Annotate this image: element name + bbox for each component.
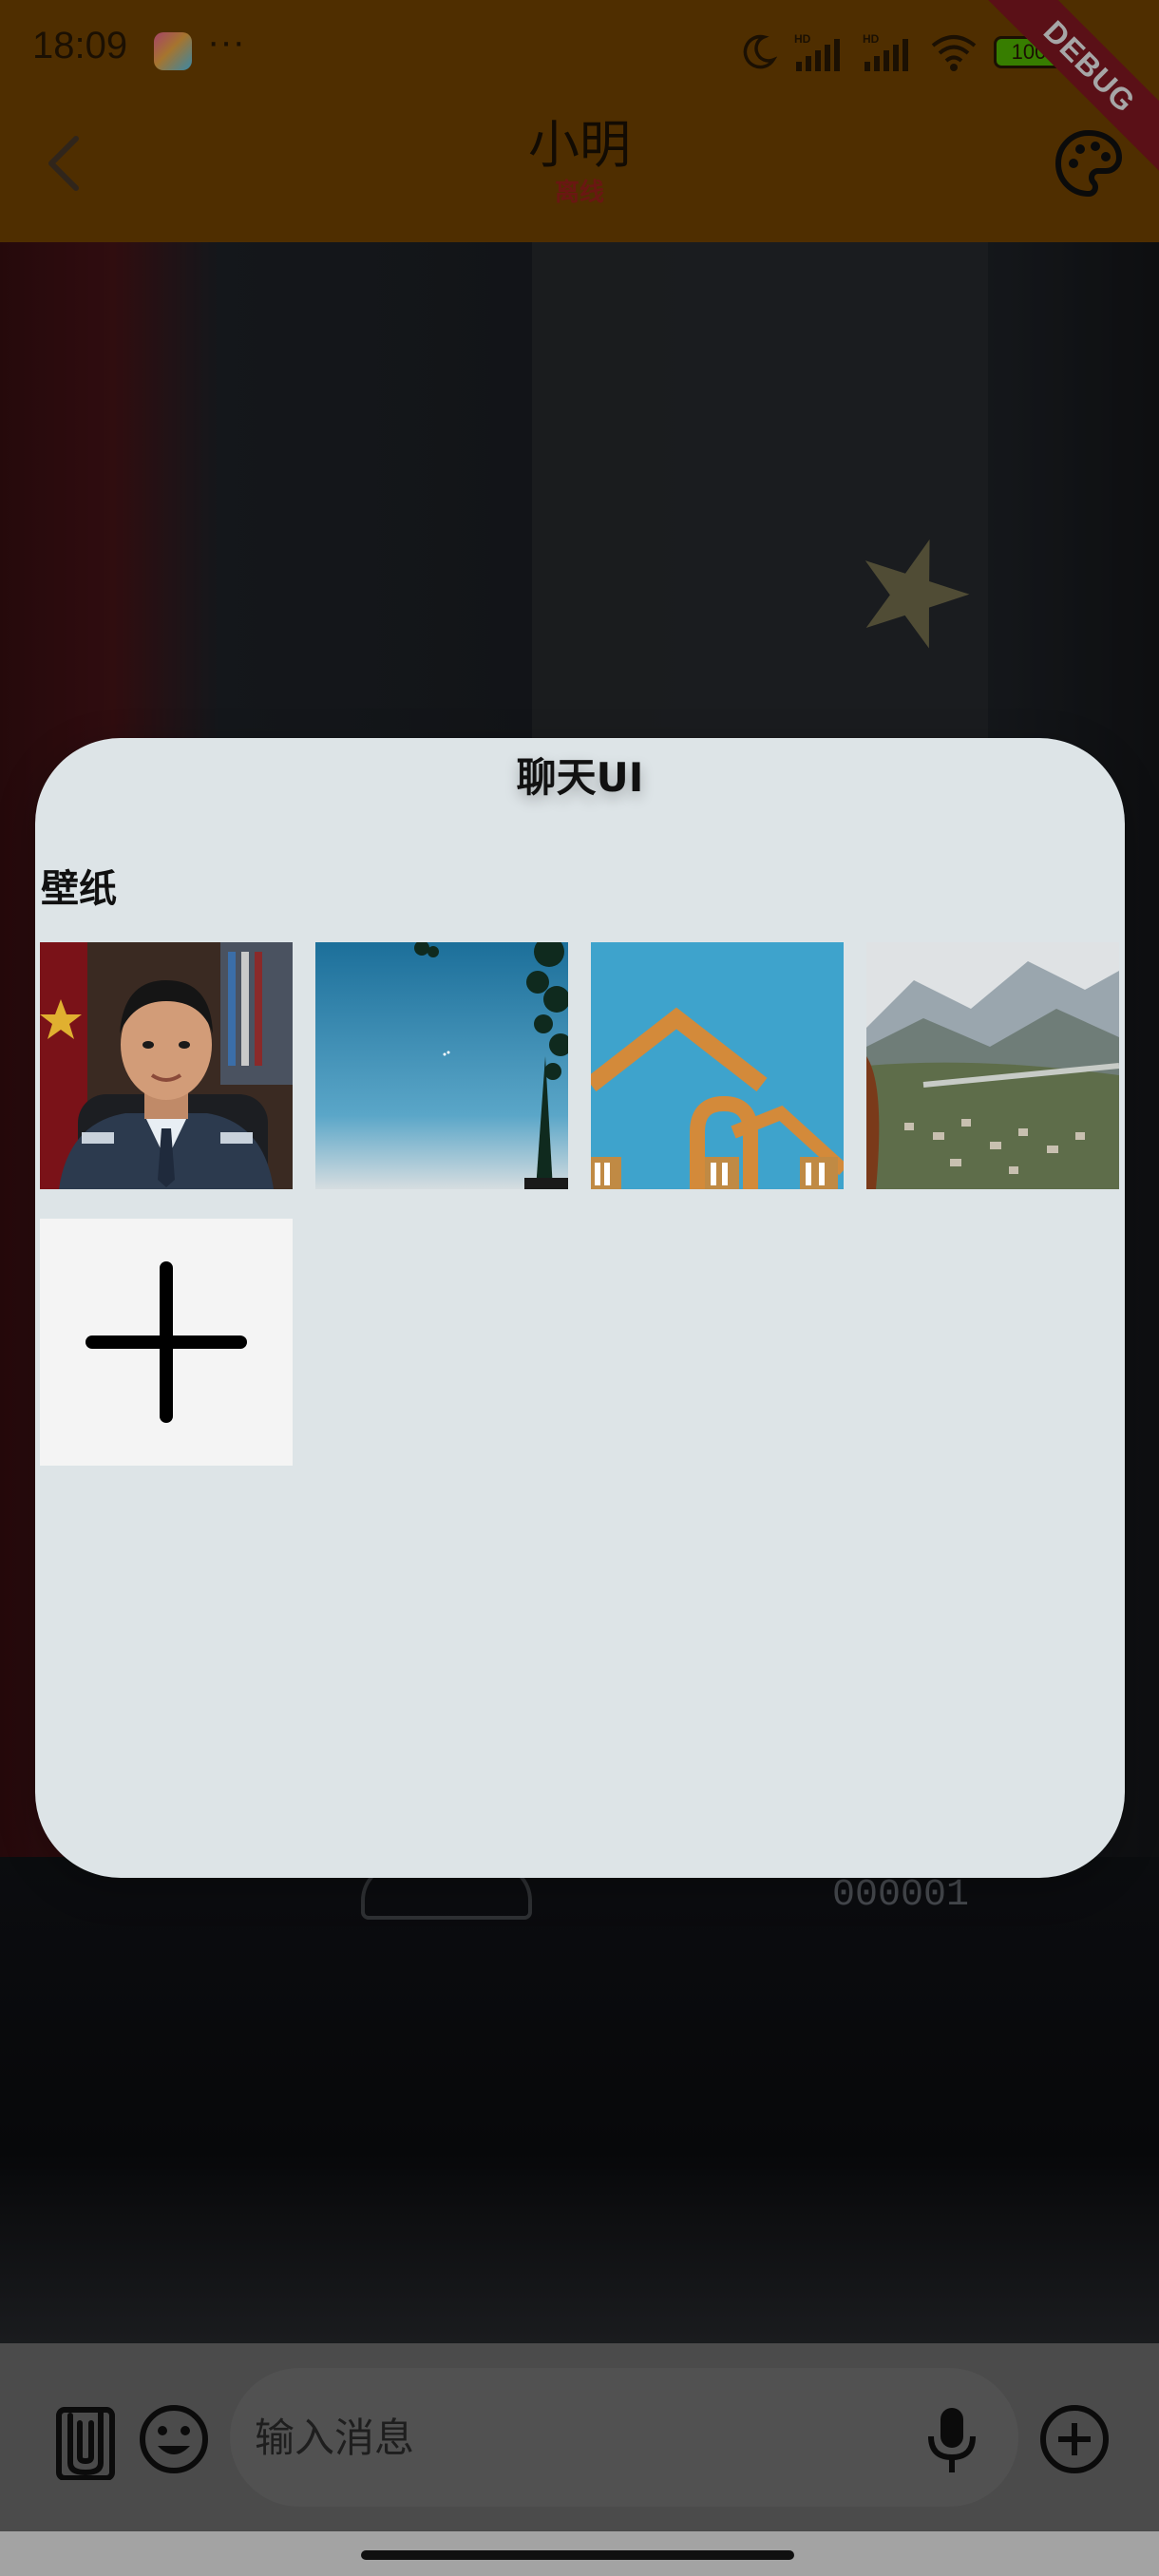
add-wallpaper-button[interactable]	[40, 1219, 293, 1466]
sky-tree-wallpaper-icon	[315, 942, 568, 1189]
arch-building-wallpaper-icon	[591, 942, 844, 1189]
plus-icon	[86, 1261, 247, 1423]
wallpaper-thumb-sky[interactable]	[315, 942, 568, 1189]
mountain-valley-wallpaper-icon	[866, 942, 1119, 1189]
chat-ui-dialog: 聊天UI 壁纸	[35, 738, 1125, 1878]
portrait-wallpaper-icon	[40, 942, 293, 1189]
wallpaper-section-title: 壁纸	[41, 867, 117, 911]
dialog-title: 聊天UI	[516, 754, 644, 801]
wallpaper-thumb-arch[interactable]	[591, 942, 844, 1189]
wallpaper-thumb-portrait[interactable]	[40, 942, 293, 1189]
wallpaper-thumb-mountain[interactable]	[866, 942, 1119, 1189]
